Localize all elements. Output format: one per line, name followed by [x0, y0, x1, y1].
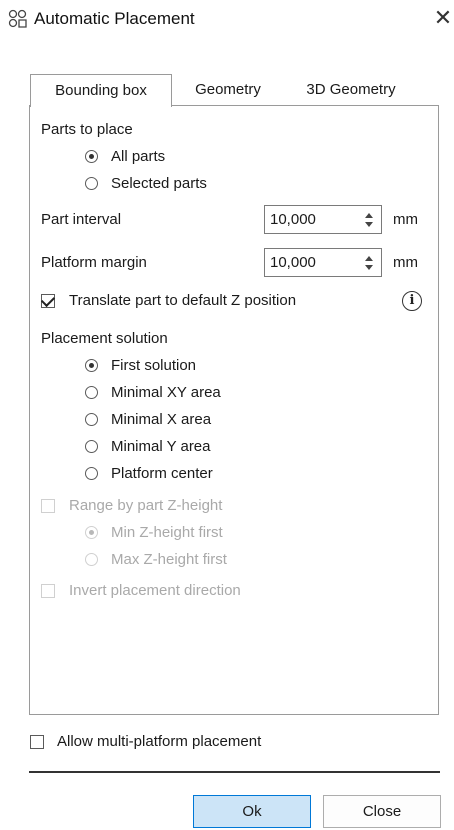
placement-solution-heading: Placement solution [41, 330, 168, 347]
tab-bounding-box[interactable]: Bounding box [30, 74, 172, 107]
radio-indicator[interactable] [85, 526, 98, 539]
radio-max-z-first[interactable]: Max Z-height first [85, 551, 265, 569]
radio-all-parts[interactable]: All parts [85, 148, 245, 166]
checkbox-indicator[interactable] [41, 584, 55, 598]
checkbox-indicator[interactable] [41, 499, 55, 513]
ok-button[interactable]: Ok [193, 795, 311, 828]
spin-down-icon[interactable] [365, 265, 373, 270]
radio-label: Minimal XY area [111, 384, 221, 401]
checkbox-label: Invert placement direction [69, 582, 241, 599]
radio-platform-center[interactable]: Platform center [85, 465, 265, 483]
tab-geometry[interactable]: Geometry [180, 74, 276, 105]
part-interval-label: Part interval [41, 211, 122, 228]
close-icon[interactable]: ✕ [432, 6, 454, 30]
part-interval-unit: mm [393, 211, 418, 228]
invert-direction-checkbox[interactable]: Invert placement direction [41, 582, 301, 600]
radio-indicator[interactable] [85, 359, 98, 372]
info-icon[interactable]: i [402, 291, 422, 311]
radio-indicator[interactable] [85, 467, 98, 480]
parts-icon [8, 9, 28, 29]
radio-indicator[interactable] [85, 177, 98, 190]
platform-margin-spinbox[interactable]: 10,000 [264, 248, 382, 277]
title-bar: Automatic Placement ✕ [0, 0, 454, 40]
radio-first-solution[interactable]: First solution [85, 357, 265, 375]
checkbox-label: Allow multi-platform placement [57, 733, 262, 750]
radio-selected-parts[interactable]: Selected parts [85, 175, 245, 193]
radio-indicator[interactable] [85, 440, 98, 453]
spin-up-icon[interactable] [365, 213, 373, 218]
separator [29, 771, 440, 773]
radio-indicator[interactable] [85, 150, 98, 163]
part-interval-value[interactable]: 10,000 [270, 211, 316, 228]
spin-up-icon[interactable] [365, 256, 373, 261]
range-by-z-checkbox[interactable]: Range by part Z-height [41, 497, 281, 515]
radio-indicator[interactable] [85, 413, 98, 426]
radio-label: Platform center [111, 465, 213, 482]
radio-label: Min Z-height first [111, 524, 223, 541]
tab-3d-geometry[interactable]: 3D Geometry [290, 74, 412, 105]
radio-indicator[interactable] [85, 553, 98, 566]
translate-z-checkbox[interactable]: Translate part to default Z position [40, 292, 361, 310]
parts-to-place-heading: Parts to place [41, 121, 133, 138]
radio-label: Max Z-height first [111, 551, 227, 568]
radio-min-z-first[interactable]: Min Z-height first [85, 524, 265, 542]
checkbox-label: Translate part to default Z position [69, 292, 297, 309]
radio-label: All parts [111, 148, 166, 165]
radio-minimal-x-area[interactable]: Minimal X area [85, 411, 265, 429]
radio-label: Minimal X area [111, 411, 212, 428]
radio-indicator[interactable] [85, 386, 98, 399]
tab-panel [29, 105, 439, 715]
platform-margin-value[interactable]: 10,000 [270, 254, 316, 271]
radio-minimal-y-area[interactable]: Minimal Y area [85, 438, 265, 456]
platform-margin-unit: mm [393, 254, 418, 271]
part-interval-spinbox[interactable]: 10,000 [264, 205, 382, 234]
close-button[interactable]: Close [323, 795, 441, 828]
radio-label: Selected parts [111, 175, 207, 192]
window-title: Automatic Placement [34, 9, 195, 28]
multi-platform-checkbox[interactable]: Allow multi-platform placement [30, 733, 330, 751]
radio-label: Minimal Y area [111, 438, 211, 455]
checkbox-label: Range by part Z-height [69, 497, 223, 514]
checkbox-indicator[interactable] [40, 292, 56, 308]
platform-margin-label: Platform margin [41, 254, 147, 271]
radio-minimal-xy-area[interactable]: Minimal XY area [85, 384, 265, 402]
spin-down-icon[interactable] [365, 222, 373, 227]
checkbox-indicator[interactable] [30, 735, 44, 749]
radio-label: First solution [111, 357, 197, 374]
checkmark-icon [40, 292, 56, 308]
